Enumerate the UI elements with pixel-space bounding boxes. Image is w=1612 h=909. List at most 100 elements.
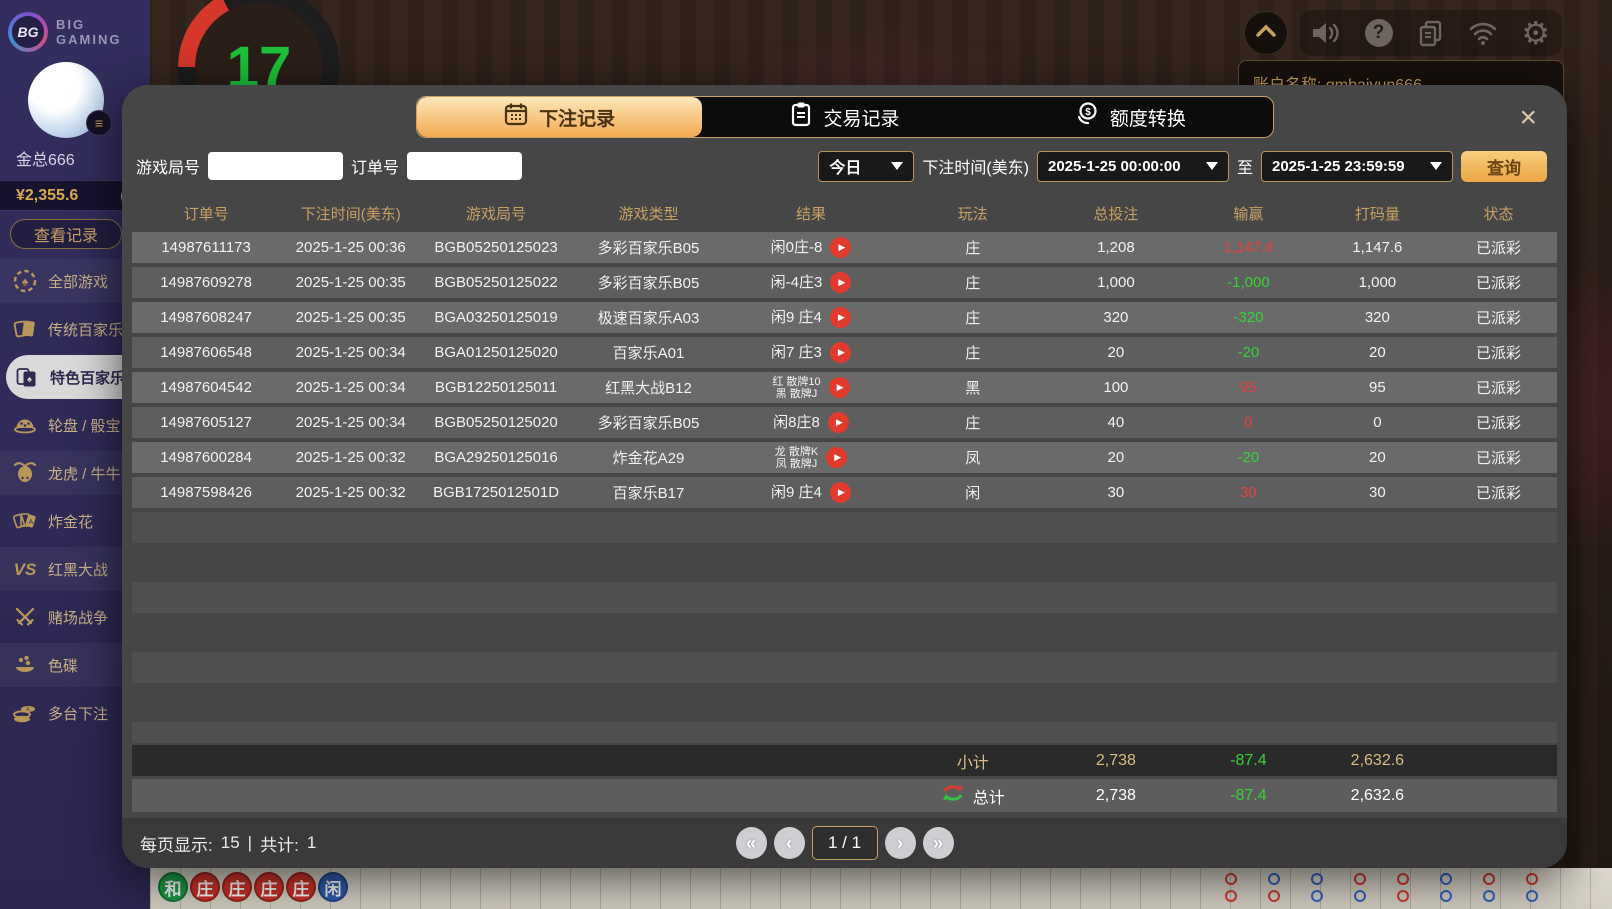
dropdown-arrow-icon [1430,162,1442,170]
column-header: 玩法 [896,203,1050,224]
first-page-icon[interactable]: « [736,827,767,859]
bead-dot [1354,890,1366,902]
replay-play-icon[interactable]: ▶ [830,342,851,363]
cell-play: 庄 [896,237,1050,258]
next-page-icon[interactable]: › [885,827,916,859]
collapse-panel-button[interactable] [1244,11,1288,55]
cards2-icon: ♠ [14,364,40,390]
cell-turnover: 20 [1315,344,1440,361]
dropdown-arrow-icon [1206,162,1218,170]
start-time-select[interactable]: 2025-1-25 00:00:00 [1037,151,1229,182]
date-range-select[interactable]: 今日 [818,151,914,182]
table-row[interactable]: 14987606548 2025-1-25 00:34 BGA012501250… [132,337,1557,368]
cell-status: 已派彩 [1440,307,1557,328]
sound-icon[interactable] [1308,15,1344,51]
replay-play-icon[interactable]: ▶ [830,272,851,293]
cell-order: 14987609278 [132,274,280,291]
last-page-icon[interactable]: » [923,827,954,859]
replay-play-icon[interactable]: ▶ [826,447,847,468]
cell-turnover: 20 [1315,449,1440,466]
tab-2[interactable]: 交易记录 [702,97,987,137]
cell-winloss: -20 [1182,449,1315,466]
bg-logo-icon: BG [8,12,48,52]
bead-dot [1225,890,1237,902]
refresh-icon[interactable] [941,782,965,809]
view-records-button[interactable]: 查看记录 [10,219,122,249]
cell-status: 已派彩 [1440,272,1557,293]
cell-round: BGB05250125023 [421,239,571,256]
cell-turnover: 0 [1315,414,1440,431]
calendar-icon [503,101,529,133]
total-turnover: 2,632.6 [1315,787,1440,805]
cell-round: BGB05250125022 [421,274,571,291]
end-time-select[interactable]: 2025-1-25 23:59:59 [1261,151,1453,182]
bead-dot [1526,873,1538,885]
order-no-label: 订单号 [351,154,399,178]
cell-status: 已派彩 [1440,342,1557,363]
subtotal-row: 小计 2,738 -87.4 2,632.6 [132,745,1557,776]
cell-round: BGA29250125016 [421,449,571,466]
table-header-row: 订单号下注时间(美东)游戏局号游戏类型结果玩法总投注输赢打码量状态 [132,198,1557,228]
prev-page-icon[interactable]: ‹ [774,827,805,859]
wifi-icon[interactable] [1465,15,1501,51]
pagination-bar: 每页显示: 15 | 共计: 1 « ‹ 1 / 1 › » [122,818,1567,868]
cell-status: 已派彩 [1440,412,1557,433]
replay-play-icon[interactable]: ▶ [828,412,849,433]
replay-play-icon[interactable]: ▶ [830,482,851,503]
svg-text:$: $ [1085,107,1091,118]
empty-row [132,687,1557,718]
table-row[interactable]: 14987611173 2025-1-25 00:36 BGB052501250… [132,232,1557,263]
coins-icon: $ [1074,101,1100,133]
order-no-input[interactable] [407,152,522,180]
replay-play-icon[interactable]: ▶ [830,237,851,258]
roadmap-circle: 庄 [286,872,316,902]
table-row[interactable]: 14987604542 2025-1-25 00:34 BGB122501250… [132,372,1557,403]
cell-order: 14987600284 [132,449,280,466]
roulette-icon [12,412,38,438]
cell-game: 多彩百家乐B05 [571,237,726,258]
chip-icon: ♠ [12,268,38,294]
copy-icon[interactable] [1413,15,1449,51]
query-button[interactable]: 查询 [1461,151,1547,182]
subtotal-turnover: 2,632.6 [1315,752,1440,770]
chevron-up-icon [1255,24,1277,43]
table-row[interactable]: 14987609278 2025-1-25 00:35 BGB052501250… [132,267,1557,298]
subtotal-bet: 2,738 [1050,752,1183,770]
empty-row [132,722,1557,743]
cell-time: 2025-1-25 00:34 [280,344,421,361]
replay-play-icon[interactable]: ▶ [830,307,851,328]
tab-3[interactable]: $额度转换 [987,97,1272,137]
cell-game: 百家乐A01 [571,342,726,363]
avatar-menu-badge[interactable]: ≡ [86,110,112,136]
vs-icon: VS [12,556,38,582]
roadmap-circle: 庄 [190,872,220,902]
help-icon[interactable]: ? [1361,15,1397,51]
cell-play: 庄 [896,412,1050,433]
cell-turnover: 1,000 [1315,274,1440,291]
cell-round: BGB12250125011 [421,379,571,396]
dish-icon [12,652,38,678]
bead-dot [1354,873,1366,885]
cell-turnover: 30 [1315,484,1440,501]
settings-gear-icon[interactable]: ⚙ [1518,15,1554,51]
table-row[interactable]: 14987598426 2025-1-25 00:32 BGB172501250… [132,477,1557,508]
cell-result: 闲-4庄3 ▶ [726,272,896,293]
column-header: 总投注 [1050,203,1183,224]
game-round-label: 游戏局号 [136,154,200,178]
cell-bet: 100 [1050,379,1183,396]
replay-play-icon[interactable]: ▶ [829,377,850,398]
table-row[interactable]: 14987600284 2025-1-25 00:32 BGA292501250… [132,442,1557,473]
game-round-input[interactable] [208,152,343,180]
cell-round: BGA03250125019 [421,309,571,326]
svg-text:♠: ♠ [27,374,32,384]
table-row[interactable]: 14987608247 2025-1-25 00:35 BGA032501250… [132,302,1557,333]
tab-1[interactable]: 下注记录 [417,97,702,137]
cell-winloss: 1,147.6 [1182,239,1315,256]
column-header: 打码量 [1315,203,1440,224]
cell-order: 14987608247 [132,309,280,326]
close-icon[interactable]: × [1519,103,1537,133]
total-bet: 2,738 [1050,787,1183,805]
cell-result: 闲9 庄4 ▶ [726,307,896,328]
table-row[interactable]: 14987605127 2025-1-25 00:34 BGB052501250… [132,407,1557,438]
bead-dot [1268,873,1280,885]
